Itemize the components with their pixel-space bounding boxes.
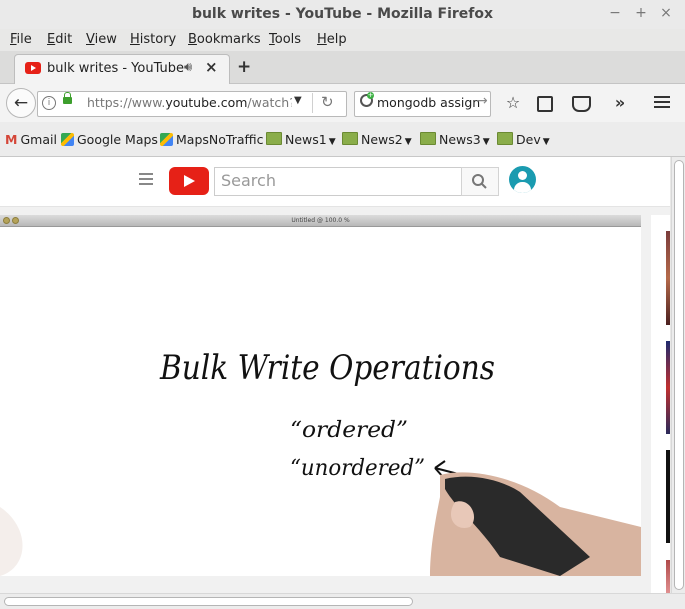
search-icon: [472, 174, 487, 189]
menu-tools[interactable]: Tools: [269, 29, 301, 51]
new-tab-button[interactable]: +: [237, 57, 251, 77]
related-video-thumbnail[interactable]: [666, 341, 670, 434]
whiteboard-drawing: Bulk Write Operations “ordered” “unorder…: [0, 348, 641, 576]
video-whiteboard[interactable]: Bulk Write Operations “ordered” “unorder…: [0, 227, 641, 576]
window-title: bulk writes - YouTube - Mozilla Firefox: [191, 6, 494, 22]
youtube-search-placeholder: Search: [221, 171, 276, 190]
maps-icon: [160, 133, 173, 146]
handwritten-ordered: “ordered”: [290, 418, 408, 443]
close-tab-icon[interactable]: ×: [205, 58, 218, 76]
menu-history[interactable]: History: [130, 29, 176, 51]
pocket-icon[interactable]: [572, 96, 591, 112]
bookmark-gmail[interactable]: M Gmail: [5, 131, 57, 149]
bookmark-star-icon[interactable]: ☆: [502, 92, 524, 114]
bookmark-mapsnotraffic[interactable]: MapsNoTraffic: [160, 131, 263, 149]
menu-edit[interactable]: Edit: [47, 29, 72, 51]
hamburger-menu-icon[interactable]: [654, 96, 670, 109]
bookmark-folder-dev[interactable]: Dev ▼: [497, 131, 550, 149]
folder-icon: [266, 132, 282, 145]
back-arrow-icon: ←: [13, 93, 29, 113]
video-inner-window-title: Untitled @ 100.0 %: [291, 217, 350, 224]
avatar[interactable]: [509, 166, 536, 193]
youtube-favicon-icon: [25, 62, 41, 74]
reader-view-icon[interactable]: [537, 96, 553, 112]
handwritten-unordered: “unordered”: [290, 456, 425, 481]
folder-icon: [420, 132, 436, 145]
vertical-scrollbar-thumb[interactable]: [674, 160, 684, 590]
gmail-icon: M: [5, 132, 18, 147]
reload-icon[interactable]: ↻: [321, 93, 334, 111]
menu-file[interactable]: File: [10, 29, 32, 51]
tab-label: bulk writes - YouTube: [47, 61, 185, 76]
lock-icon: [63, 92, 72, 104]
info-icon[interactable]: i: [42, 96, 56, 110]
related-video-thumbnail[interactable]: [666, 560, 670, 593]
menu-view[interactable]: View: [86, 29, 117, 51]
url-dropdown-icon[interactable]: ▼: [294, 95, 302, 106]
related-video-thumbnail[interactable]: [666, 450, 670, 543]
menu-bookmarks[interactable]: Bookmarks: [188, 29, 261, 51]
search-go-icon[interactable]: →: [476, 93, 488, 109]
close-window-button[interactable]: ×: [658, 5, 674, 21]
chevron-down-icon: ▼: [542, 137, 550, 147]
add-search-engine-badge: +: [367, 91, 374, 99]
overflow-chevron-icon[interactable]: »: [609, 92, 631, 114]
related-video-thumbnail[interactable]: [666, 231, 670, 325]
chevron-down-icon: ▼: [482, 137, 490, 147]
search-input[interactable]: mongodb assign: [377, 95, 480, 110]
maximize-button[interactable]: +: [633, 5, 649, 21]
folder-icon: [342, 132, 358, 145]
url-text[interactable]: https://www.youtube.com/watch?v=4: [87, 95, 292, 110]
hand-with-pen-image: [0, 472, 641, 576]
youtube-logo-icon[interactable]: [169, 167, 209, 195]
folder-icon: [497, 132, 513, 145]
minimize-button[interactable]: −: [607, 5, 623, 21]
maps-icon: [61, 133, 74, 146]
speaker-icon[interactable]: 🔊︎: [184, 60, 192, 75]
bookmark-folder-news3[interactable]: News3 ▼: [420, 131, 490, 149]
handwritten-heading: Bulk Write Operations: [159, 348, 495, 388]
back-button[interactable]: ←: [6, 88, 36, 118]
url-divider: [312, 93, 313, 113]
horizontal-scrollbar-thumb[interactable]: [4, 597, 413, 606]
bookmark-folder-news2[interactable]: News2 ▼: [342, 131, 412, 149]
youtube-guide-menu-icon[interactable]: [139, 173, 153, 185]
bookmark-folder-news1[interactable]: News1 ▼: [266, 131, 336, 149]
menu-help[interactable]: Help: [317, 29, 347, 51]
chevron-down-icon: ▼: [328, 137, 336, 147]
chevron-down-icon: ▼: [404, 137, 412, 147]
youtube-search-button[interactable]: [461, 167, 499, 196]
bookmark-google-maps[interactable]: Google Maps: [61, 131, 158, 149]
